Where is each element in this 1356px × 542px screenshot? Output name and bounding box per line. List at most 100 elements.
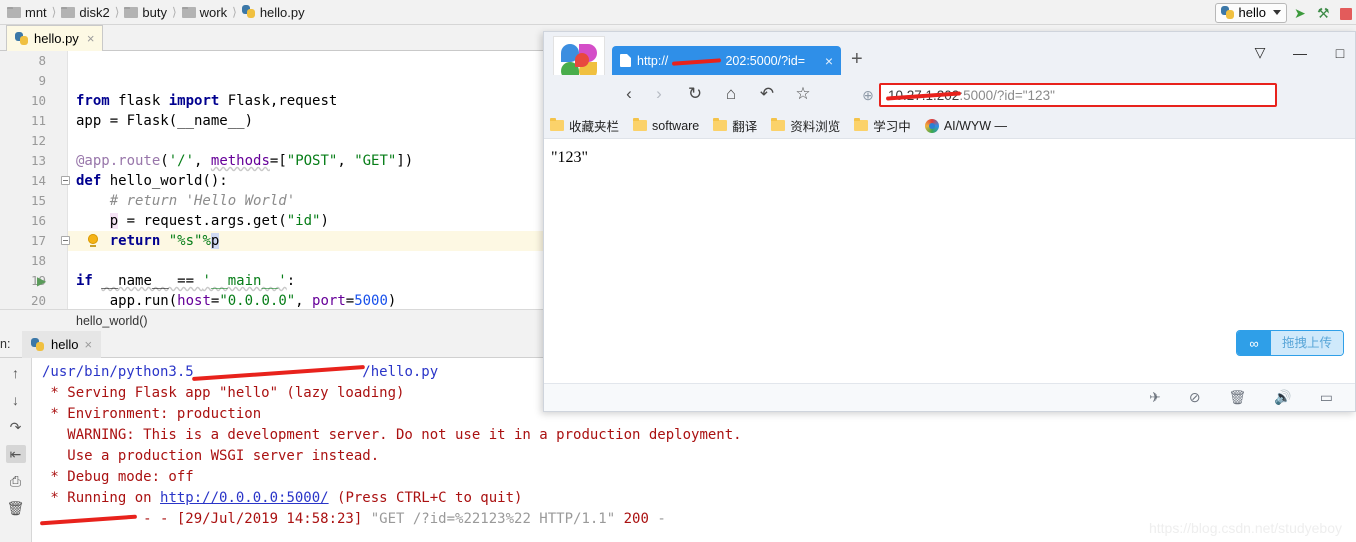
breadcrumb-item-disk2[interactable]: disk2 xyxy=(61,4,110,20)
breadcrumb-label: hello.py xyxy=(259,4,305,20)
line-number: 15 xyxy=(30,193,46,208)
run-configuration-label: hello xyxy=(1238,5,1266,20)
line-number: 11 xyxy=(30,113,46,128)
arrow-down-icon[interactable]: ↓ xyxy=(6,391,26,409)
arrow-up-icon[interactable]: ↑ xyxy=(6,364,26,382)
run-button-icon[interactable]: ➤ xyxy=(1294,5,1310,21)
bookmark-item-docs[interactable]: 资料浏览 xyxy=(771,116,840,135)
home-icon[interactable]: ⌂ xyxy=(716,79,746,109)
security-shield-icon[interactable]: ⊕ xyxy=(857,87,879,104)
address-bar[interactable]: 10.27.1.202:5000/?id="123" xyxy=(879,83,1277,107)
bookmark-item-software[interactable]: software xyxy=(633,118,700,133)
python-file-icon xyxy=(1220,5,1235,20)
new-tab-button[interactable]: + xyxy=(851,49,863,69)
split-screen-icon[interactable]: ▭ xyxy=(1320,389,1333,406)
code-line-10: from flask import Flask,request xyxy=(76,93,338,109)
access-timestamp: - - [29/Jul/2019 14:58:23] xyxy=(134,511,371,527)
netdisk-upload-widget[interactable]: ∞ 拖拽上传 xyxy=(1235,330,1344,356)
soft-wrap-icon[interactable]: ↷ xyxy=(6,418,26,436)
breadcrumb-item-hello-py[interactable]: hello.py xyxy=(241,4,305,20)
ad-block-icon[interactable]: ⊘ xyxy=(1189,389,1201,406)
breadcrumb-label: disk2 xyxy=(79,4,110,20)
folder-icon xyxy=(550,118,564,131)
tab-hello-py[interactable]: hello.py × xyxy=(6,25,104,51)
code-line-19: if __name__ == '__main__': xyxy=(76,273,296,289)
run-configuration-selector[interactable]: hello xyxy=(1214,2,1287,23)
tab-title-rest: 202:5000/?id= xyxy=(725,53,806,68)
line-number: 8 xyxy=(38,53,46,68)
breadcrumb-item-buty[interactable]: buty xyxy=(124,5,167,20)
script-filename: /hello.py xyxy=(362,364,439,380)
access-status: 200 xyxy=(615,511,658,527)
boost-rocket-icon[interactable]: ✈ xyxy=(1149,389,1161,406)
code-line-11: app = Flask(__name__) xyxy=(76,113,254,129)
access-request: "GET /?id=%22123%22 HTTP/1.1" xyxy=(370,511,616,527)
line-number: 13 xyxy=(30,153,46,168)
browser-status-bar: ✈ ⊘ 🗑 🔊 ▭ xyxy=(544,383,1355,411)
code-line-13: @app.route('/', methods=["POST", "GET"]) xyxy=(76,153,414,169)
bookmark-item-translate[interactable]: 翻译 xyxy=(713,116,757,135)
python-file-icon xyxy=(241,5,256,19)
code-line-16: p = request.args.get("id") xyxy=(109,213,329,229)
run-tab-hello[interactable]: hello × xyxy=(22,331,102,358)
sound-icon[interactable]: 🔊 xyxy=(1274,389,1291,406)
console-line: * Serving Flask app "hello" (lazy loadin… xyxy=(42,385,405,401)
trash-icon[interactable]: 🗑 xyxy=(1229,389,1247,406)
history-icon[interactable]: ↶ xyxy=(752,79,782,109)
console-line: WARNING: This is a development server. D… xyxy=(42,427,742,443)
bookmark-star-icon[interactable]: ☆ xyxy=(788,79,818,109)
code-line-15: # return 'Hello World' xyxy=(109,193,296,209)
close-icon[interactable]: × xyxy=(825,53,833,69)
folder-icon xyxy=(854,118,869,131)
trash-icon[interactable]: 🗑 xyxy=(6,499,26,517)
bookmark-item-favorites[interactable]: 收藏夹栏 xyxy=(550,116,619,135)
folder-icon xyxy=(633,118,648,131)
breadcrumb-label: buty xyxy=(142,4,167,20)
breadcrumb-item-work[interactable]: work xyxy=(181,4,228,20)
console-line-command: /usr/bin/python3.5/mnt/disk2/buty/work/h… xyxy=(42,362,438,382)
redacted-script-dir: /mnt/disk2/buty/work xyxy=(194,362,363,382)
minimize-icon[interactable]: — xyxy=(1291,45,1309,61)
line-number: 16 xyxy=(30,213,46,228)
server-url-link[interactable]: http://0.0.0.0:5000/ xyxy=(160,490,329,506)
ai-site-icon xyxy=(924,118,939,133)
quit-hint: (Press CTRL+C to quit) xyxy=(328,490,523,506)
back-icon[interactable]: ‹ xyxy=(614,79,644,109)
redacted-host: 10.27.1. xyxy=(674,54,719,68)
scroll-to-end-icon[interactable]: ⇤ xyxy=(5,445,26,463)
bookmark-item-learning[interactable]: 学习中 xyxy=(854,116,911,135)
page-viewport[interactable]: "123" ∞ 拖拽上传 xyxy=(544,139,1355,383)
debug-button-icon[interactable]: ⚒ xyxy=(1317,5,1333,21)
console-side-toolbar: ↑ ↓ ↷ ⇤ ⎙ 🗑 xyxy=(0,358,32,542)
bookmark-label: 资料浏览 xyxy=(790,120,841,134)
bookmark-label: 翻译 xyxy=(732,120,758,134)
console-line-access-log: 10.27.1.170 - - [29/Jul/2019 14:58:23] "… xyxy=(42,509,666,529)
breadcrumb-separator: ⟩ xyxy=(51,5,57,19)
redacted-client-ip: 10.27.1.170 xyxy=(42,509,135,529)
breadcrumb-item-mnt[interactable]: mnt xyxy=(7,5,47,20)
run-gutter-icon[interactable]: ▶ xyxy=(37,274,46,288)
console-line: Use a production WSGI server instead. xyxy=(42,448,380,464)
baidu-netdisk-icon: ∞ xyxy=(1236,331,1271,355)
breadcrumb: mnt ⟩ disk2 ⟩ buty ⟩ work ⟩ hello.py xyxy=(0,0,1356,25)
maximize-icon[interactable]: □ xyxy=(1331,45,1349,61)
window-controls: ▽ — □ xyxy=(1251,44,1349,61)
bookmark-label: software xyxy=(652,118,700,133)
stop-button-icon[interactable] xyxy=(1340,7,1352,20)
reload-icon[interactable]: ↻ xyxy=(680,79,710,109)
browser-tab[interactable]: http:// 10.27.1. 202:5000/?id= × xyxy=(612,46,841,75)
bookmark-item-ai-wyw[interactable]: AI/WYW — xyxy=(924,118,1007,133)
breadcrumb-label: work xyxy=(199,4,228,20)
page-icon xyxy=(620,54,631,67)
breadcrumb-separator: ⟩ xyxy=(114,5,120,19)
skin-icon[interactable]: ▽ xyxy=(1251,44,1269,61)
close-icon[interactable]: × xyxy=(84,337,92,352)
line-number: 9 xyxy=(38,73,46,88)
forward-icon[interactable]: › xyxy=(644,79,674,109)
folder-icon xyxy=(7,6,21,18)
code-line-17: return "%s"%p xyxy=(109,233,220,249)
print-icon[interactable]: ⎙ xyxy=(6,472,26,490)
console-line: * Debug mode: off xyxy=(42,469,194,485)
breadcrumb-separator: ⟩ xyxy=(171,5,177,19)
close-icon[interactable]: × xyxy=(87,31,95,46)
